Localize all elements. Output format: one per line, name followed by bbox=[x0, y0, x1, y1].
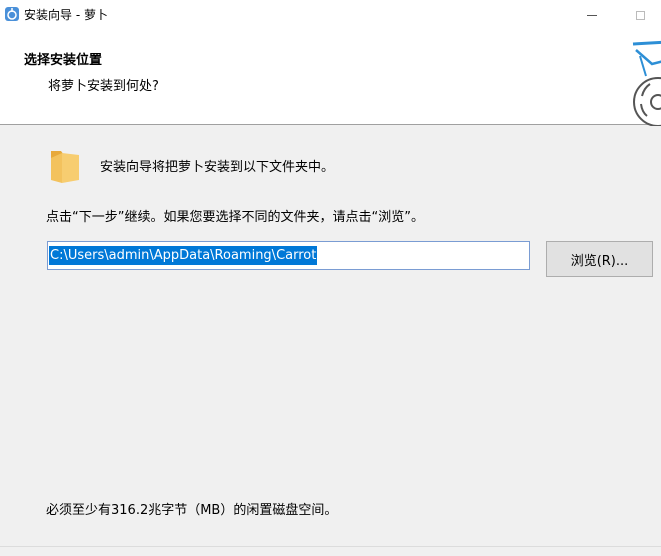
maximize-button[interactable] bbox=[620, 0, 660, 30]
instruction-text: 点击“下一步”继续。如果您要选择不同的文件夹，请点击“浏览”。 bbox=[46, 210, 424, 225]
browse-button[interactable]: 浏览(R)... bbox=[546, 241, 653, 277]
title-bar: 安装向导 - 萝卜 bbox=[0, 0, 661, 30]
header-panel: 选择安装位置 将萝卜安装到何处? bbox=[0, 30, 661, 126]
minimize-icon bbox=[587, 14, 597, 16]
folder-icon bbox=[51, 151, 79, 183]
page-subtitle: 将萝卜安装到何处? bbox=[48, 79, 159, 94]
bottom-divider bbox=[0, 546, 661, 547]
minimize-button[interactable] bbox=[572, 0, 612, 30]
install-path-input[interactable]: C:\Users\admin\AppData\Roaming\Carrot bbox=[47, 241, 530, 270]
page-title: 选择安装位置 bbox=[24, 53, 103, 68]
install-info-text: 安装向导将把萝卜安装到以下文件夹中。 bbox=[100, 160, 335, 175]
window-title: 安装向导 - 萝卜 bbox=[24, 8, 108, 22]
installer-disc-icon bbox=[632, 40, 661, 126]
installer-app-icon bbox=[5, 7, 19, 21]
install-path-value: C:\Users\admin\AppData\Roaming\Carrot bbox=[49, 246, 318, 265]
disk-space-text: 必须至少有316.2兆字节（MB）的闲置磁盘空间。 bbox=[46, 503, 338, 518]
maximize-icon bbox=[635, 10, 645, 20]
